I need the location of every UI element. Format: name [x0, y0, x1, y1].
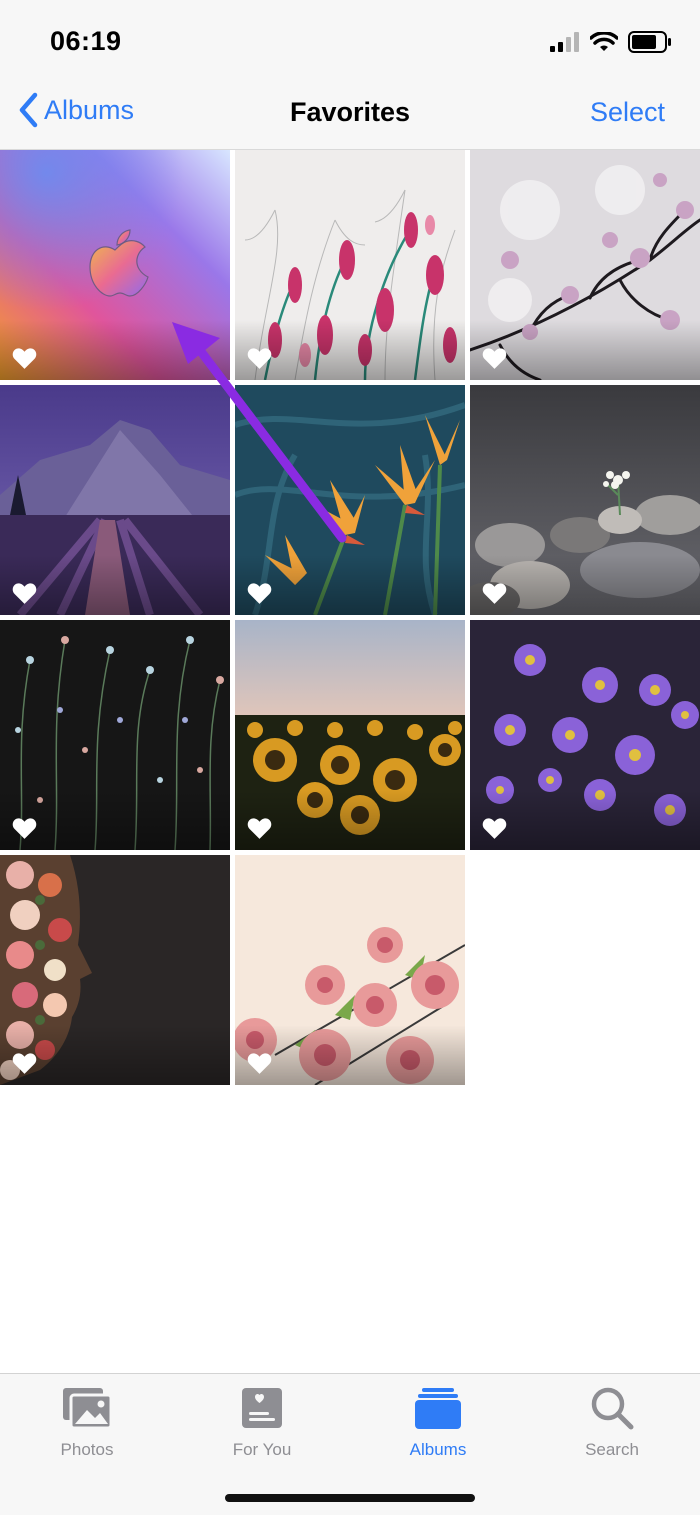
photo-tile-flowers-sketch[interactable]: [235, 150, 465, 380]
photos-icon: [63, 1388, 113, 1430]
favorite-heart-icon: [247, 1053, 272, 1074]
favorite-heart-icon: [12, 1053, 37, 1074]
wifi-icon: [590, 32, 618, 51]
battery-icon: [628, 31, 671, 53]
tab-photos-label: Photos: [60, 1440, 114, 1459]
photo-tile-apple-wallpaper[interactable]: [0, 150, 230, 380]
photo-tile-stones-with-flower[interactable]: [470, 385, 700, 615]
favorite-heart-icon: [482, 818, 507, 839]
photo-tile-wildflowers-dark[interactable]: [0, 620, 230, 850]
favorite-heart-icon: [482, 348, 507, 369]
tab-search[interactable]: Search: [552, 1384, 672, 1460]
photo-tile-pink-roses[interactable]: [235, 855, 465, 1085]
photo-tile-floral-profile[interactable]: [0, 855, 230, 1085]
photo-tile-sunflower-field[interactable]: [235, 620, 465, 850]
photo-tile-purple-asters[interactable]: [470, 620, 700, 850]
for-you-icon: [242, 1388, 282, 1428]
back-button[interactable]: Albums: [18, 92, 134, 128]
tab-photos[interactable]: Photos: [27, 1384, 147, 1460]
navigation-bar: Albums Favorites Select: [0, 80, 700, 150]
chevron-left-icon: [19, 92, 38, 128]
tab-search-label: Search: [585, 1440, 639, 1459]
status-time: 06:19: [50, 26, 122, 56]
tab-for-you[interactable]: For You: [202, 1384, 322, 1460]
tab-albums-label: Albums: [409, 1440, 467, 1459]
favorite-heart-icon: [12, 348, 37, 369]
tab-albums[interactable]: Albums: [378, 1384, 498, 1460]
favorite-heart-icon: [12, 583, 37, 604]
favorite-heart-icon: [247, 818, 272, 839]
cellular-signal-icon: [550, 32, 579, 52]
select-button[interactable]: Select: [590, 97, 665, 128]
status-bar: 06:19: [0, 0, 700, 80]
albums-icon: [415, 1388, 461, 1429]
photo-tile-bird-of-paradise[interactable]: [235, 385, 465, 615]
back-button-label: Albums: [44, 94, 135, 125]
tab-for-you-label: For You: [232, 1440, 292, 1459]
photo-tile-mountain-lavender-field[interactable]: [0, 385, 230, 615]
favorite-heart-icon: [12, 818, 37, 839]
favorite-heart-icon: [247, 583, 272, 604]
home-indicator: [225, 1494, 475, 1502]
search-icon: [591, 1387, 634, 1430]
photo-tile-cherry-blossom-branch[interactable]: [470, 150, 700, 380]
favorite-heart-icon: [482, 583, 507, 604]
favorite-heart-icon: [247, 348, 272, 369]
status-icons: [550, 31, 672, 53]
